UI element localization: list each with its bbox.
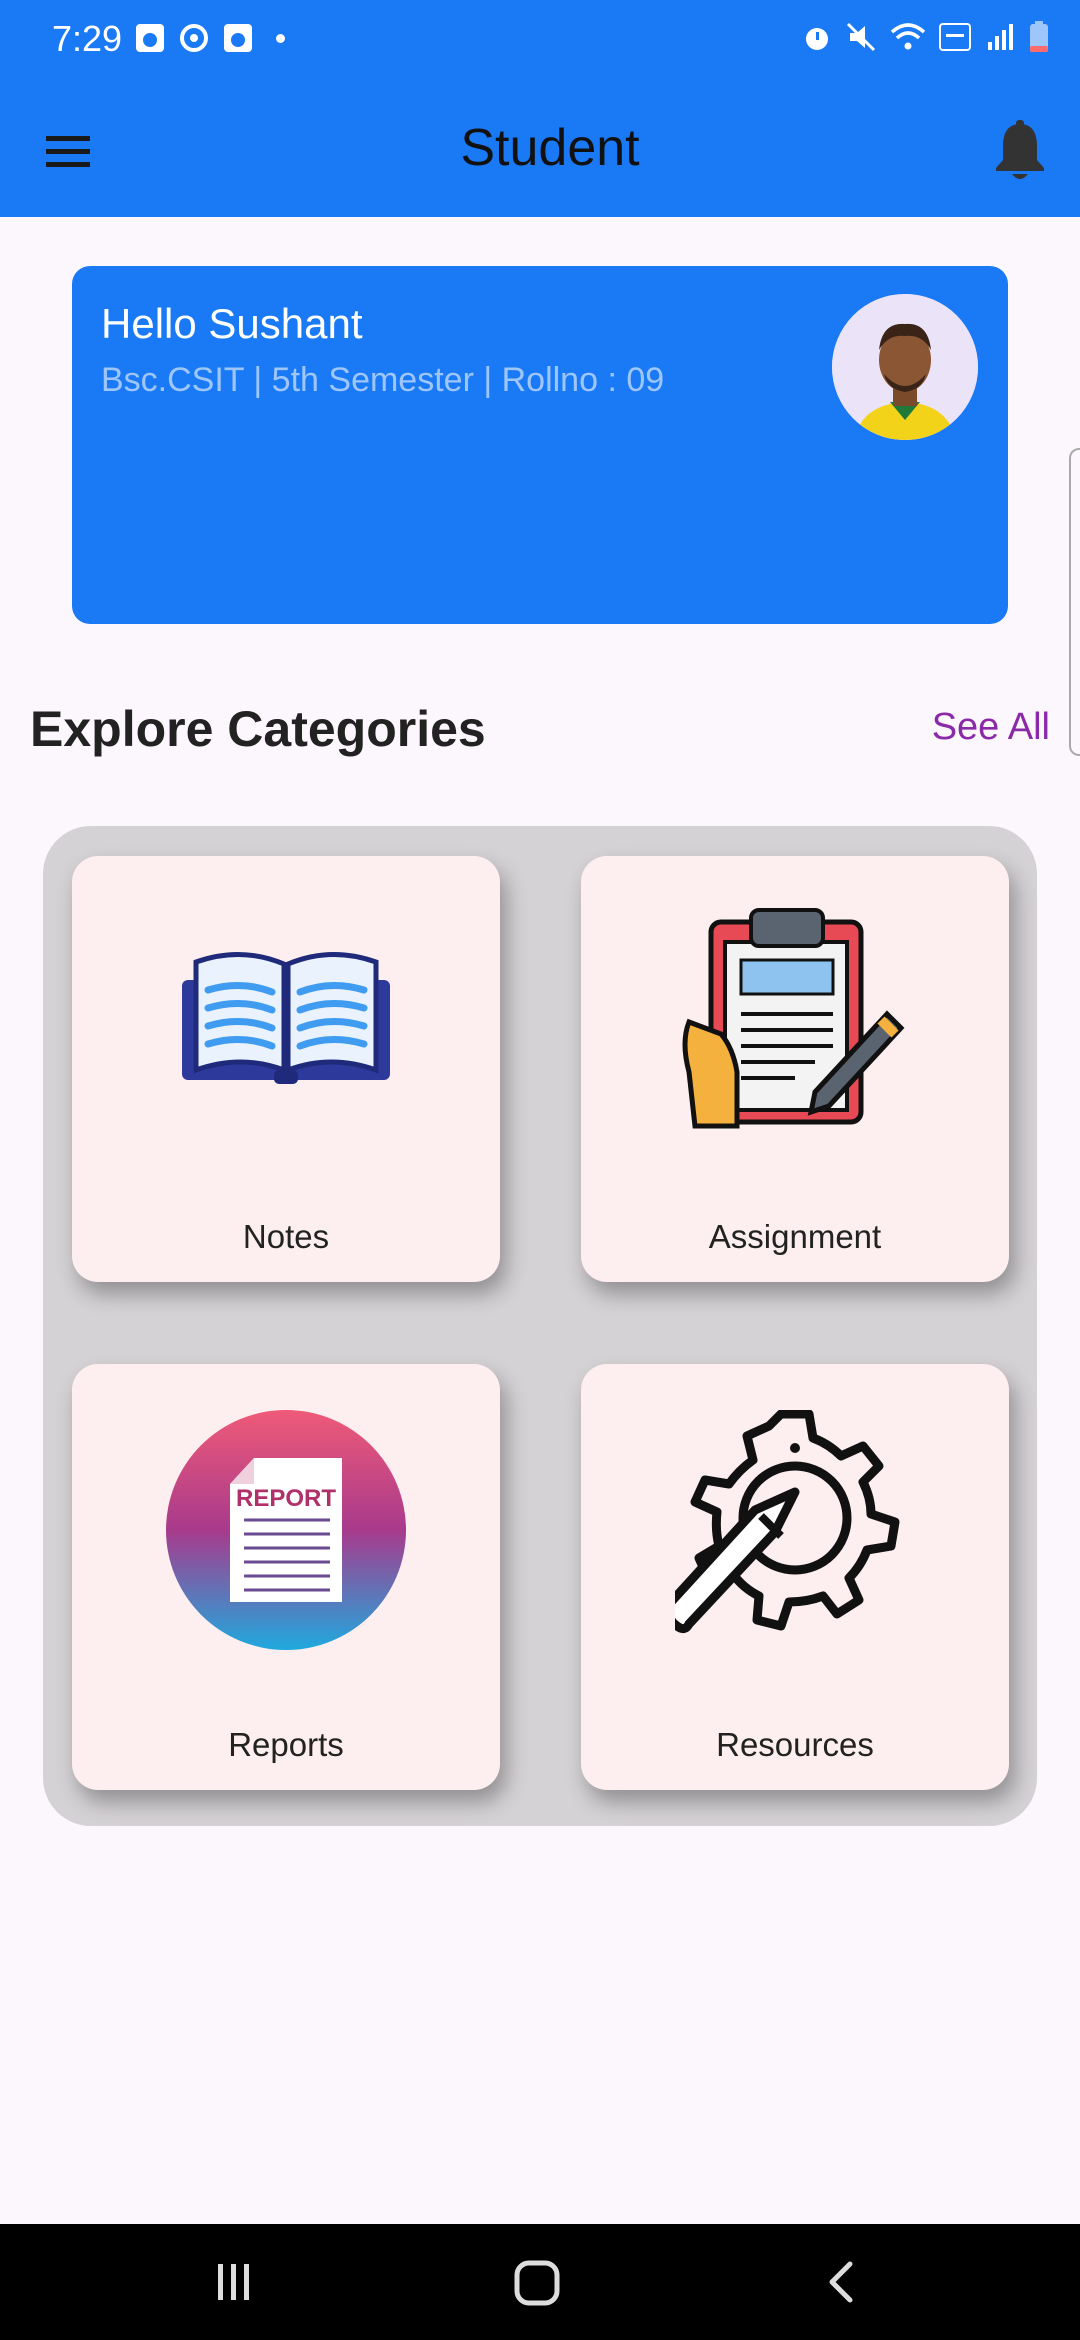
signal-icon: [988, 24, 1013, 50]
open-book-icon: [182, 952, 390, 1084]
category-card-reports[interactable]: REPORT Reports: [72, 1364, 500, 1790]
status-time: 7:29: [52, 18, 123, 59]
recent-apps-icon[interactable]: [212, 2260, 256, 2304]
clipboard-pencil-icon: [682, 908, 905, 1129]
svg-text:REPORT: REPORT: [236, 1485, 336, 1512]
system-icons: [800, 20, 1050, 54]
home-icon[interactable]: [512, 2258, 562, 2308]
see-all-link[interactable]: See All: [932, 706, 1050, 749]
profile-card[interactable]: Hello Sushant Bsc.CSIT | 5th Semester | …: [72, 266, 1008, 624]
avatar[interactable]: [832, 294, 978, 440]
category-card-assignment[interactable]: Assignment: [581, 856, 1009, 1282]
app-notification-icon: [224, 24, 252, 52]
category-label: Resources: [716, 1726, 874, 1763]
category-card-resources[interactable]: Resources: [581, 1364, 1009, 1790]
app-bar: 7:29 Student: [0, 0, 1080, 217]
category-card-notes[interactable]: Notes: [72, 856, 500, 1282]
system-navigation-bar: [0, 2224, 1080, 2340]
status-bar: 7:29: [0, 0, 1080, 80]
page-title: Student: [460, 119, 640, 177]
category-label: Assignment: [708, 1218, 882, 1255]
back-icon[interactable]: [822, 2260, 862, 2304]
student-details: Bsc.CSIT | 5th Semester | Rollno : 09: [101, 361, 665, 399]
volte-icon: [939, 23, 971, 51]
report-document-icon: REPORT: [166, 1410, 406, 1650]
app-notification-icon: [136, 24, 164, 52]
category-label: Reports: [228, 1726, 344, 1763]
gear-pencil-icon: [675, 1410, 900, 1634]
side-drawer-handle[interactable]: [1069, 448, 1080, 756]
mute-icon: [846, 22, 876, 52]
wifi-icon: [890, 23, 926, 50]
battery-icon: [1030, 21, 1048, 52]
avatar-photo-icon: [832, 294, 978, 440]
notification-icons: [134, 22, 285, 54]
category-label: Notes: [242, 1218, 330, 1255]
section-title: Explore Categories: [30, 701, 486, 757]
alarm-icon: [806, 28, 828, 50]
more-notifications-dot: [276, 33, 285, 43]
bell-icon[interactable]: [990, 118, 1050, 184]
sync-notification-icon: [180, 24, 208, 52]
greeting: Hello Sushant: [101, 300, 363, 347]
